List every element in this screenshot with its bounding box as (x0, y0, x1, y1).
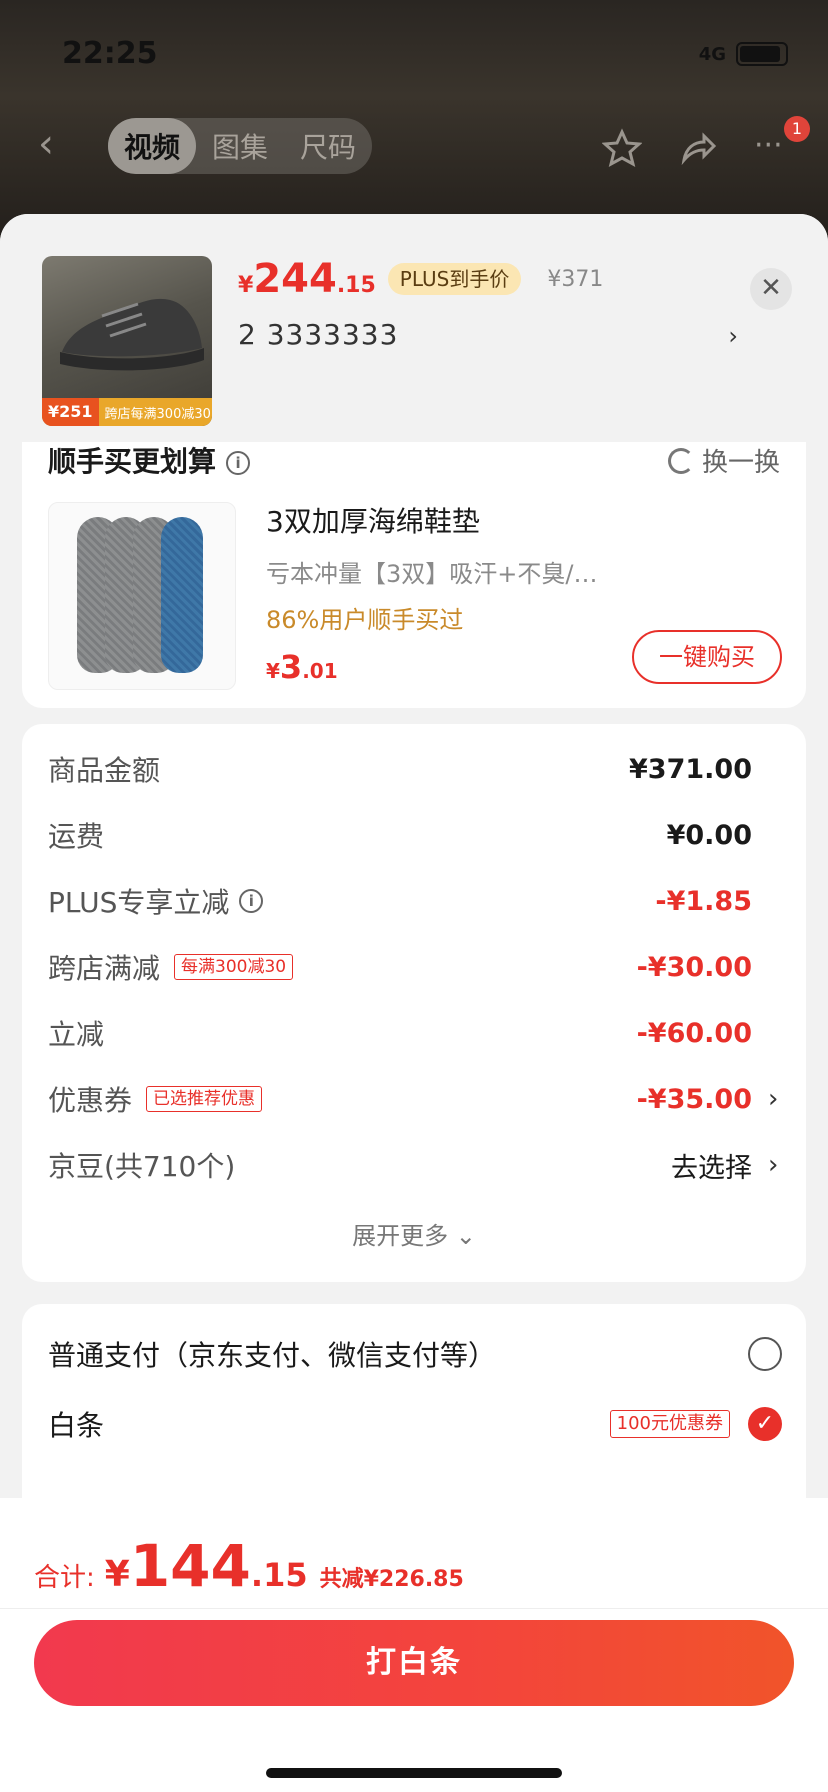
row-value: ¥371.00 (629, 753, 752, 785)
info-icon[interactable]: i (239, 889, 264, 913)
chevron-down-icon: ⌄ (455, 1222, 476, 1250)
row-goods-amount: 商品金额 ¥371.00 (48, 744, 782, 794)
total-saved: 共减¥226.85 (319, 1567, 464, 1592)
payment-option-label: 普通支付（京东支付、微信支付等） (48, 1339, 497, 1372)
addon-title-text: 顺手买更划算 (48, 445, 217, 478)
original-price: ¥371 (547, 267, 604, 292)
thumbnail-price: ¥251 (42, 398, 99, 426)
addon-price-integer: 3 (279, 648, 303, 686)
addon-card: 顺手买更划算 i 换一换 3双加厚海绵鞋垫 亏本冲量【3双】吸汗+不臭/… 86%… (22, 442, 806, 708)
chevron-right-icon: › (768, 1150, 779, 1180)
plus-price-tag: PLUS到手价 (387, 263, 522, 295)
addon-product-image[interactable] (48, 502, 236, 690)
background-product-page: 22:25 4G ‹ 视频 图集 尺码 ··· 1 (0, 0, 828, 240)
row-label: 优惠券 (48, 1084, 133, 1117)
row-label: 运费 (48, 820, 105, 853)
row-plus-discount: PLUS专享立减 i -¥1.85 (48, 876, 782, 926)
total-label: 合计: (34, 1563, 95, 1593)
total-integer: 144 (129, 1532, 251, 1600)
media-tabs: 视频 图集 尺码 (108, 118, 373, 174)
sku-selector[interactable]: 2 3333333 › (238, 318, 738, 358)
expand-label: 展开更多 (352, 1222, 449, 1250)
chevron-right-icon: › (728, 322, 738, 350)
sku-text: 2 3333333 (238, 318, 399, 351)
price-integer: 244 (253, 256, 337, 302)
addon-price-decimal: .01 (302, 659, 338, 683)
row-value: -¥35.00 (636, 1083, 752, 1115)
pay-baitiao-button[interactable]: 打白条 (34, 1620, 794, 1706)
info-icon[interactable]: i (226, 451, 251, 475)
product-header: ¥251 跨店每满300减30 ¥ 244 .15 PLUS到手价 ¥371 2… (0, 214, 828, 442)
tab-size[interactable]: 尺码 (284, 118, 372, 174)
row-label: 商品金额 (48, 754, 161, 787)
price-row: ¥ 244 .15 PLUS到手价 ¥371 (238, 256, 603, 306)
tab-gallery[interactable]: 图集 (196, 118, 284, 174)
discount-tag: 每满300减30 (174, 954, 294, 980)
back-icon[interactable]: ‹ (38, 124, 68, 166)
chevron-right-icon: › (768, 1084, 779, 1114)
row-jingdou[interactable]: 京豆(共710个) 去选择 › (48, 1140, 782, 1190)
addon-product-desc: 亏本冲量【3双】吸汗+不臭/… (266, 560, 598, 588)
refresh-button[interactable]: 换一换 (667, 442, 780, 479)
payment-option-baitiao[interactable]: 白条 100元优惠券 ✓ (48, 1396, 782, 1452)
total-decimal: .15 (250, 1556, 308, 1594)
price-breakdown-card: 商品金额 ¥371.00 运费 ¥0.00 PLUS专享立减 i -¥1.85 … (22, 724, 806, 1282)
row-label: 立减 (48, 1018, 105, 1051)
addon-price-symbol: ¥ (266, 659, 280, 683)
addon-price: ¥ 3 .01 (266, 648, 338, 686)
refresh-icon (667, 447, 694, 474)
close-button[interactable]: ✕ (750, 268, 792, 310)
share-icon[interactable] (678, 128, 718, 168)
row-value: -¥60.00 (636, 1017, 752, 1049)
radio-unchecked-icon[interactable] (748, 1337, 782, 1371)
row-cross-store-discount: 跨店满减 每满300减30 -¥30.00 (48, 942, 782, 992)
divider (0, 1608, 828, 1609)
row-value: 去选择 (671, 1152, 752, 1184)
addon-bought-percent: 86%用户顺手买过 (266, 606, 464, 634)
status-bar: 22:25 4G (0, 30, 828, 80)
thumbnail-promo-text: 跨店每满300减30 (104, 406, 211, 422)
top-nav-bar: ‹ 视频 图集 尺码 ··· 1 (0, 106, 828, 186)
radio-checked-icon[interactable]: ✓ (748, 1407, 782, 1441)
row-shipping: 运费 ¥0.00 (48, 810, 782, 860)
home-indicator[interactable] (266, 1768, 562, 1778)
coupon-tag: 已选推荐优惠 (146, 1086, 263, 1112)
checkout-footer: 合计: ¥ 144 .15 共减¥226.85 打白条 (0, 1498, 828, 1792)
status-time: 22:25 (62, 36, 158, 71)
total-symbol: ¥ (104, 1554, 130, 1595)
addon-product-name[interactable]: 3双加厚海绵鞋垫 (266, 500, 480, 540)
product-thumbnail: ¥251 跨店每满300减30 (42, 256, 212, 426)
notification-badge: 1 (784, 116, 810, 142)
row-instant-discount: 立减 -¥60.00 (48, 1008, 782, 1058)
row-value: -¥30.00 (636, 951, 752, 983)
price-decimal: .15 (336, 273, 376, 298)
sheet-scroll-area[interactable]: 顺手买更划算 i 换一换 3双加厚海绵鞋垫 亏本冲量【3双】吸汗+不臭/… 86%… (0, 442, 828, 1562)
payment-option-label: 白条 (48, 1409, 105, 1442)
network-label: 4G (698, 43, 726, 65)
refresh-label: 换一换 (701, 448, 780, 478)
row-value: ¥0.00 (666, 819, 752, 851)
price-symbol: ¥ (238, 273, 254, 298)
payment-option-normal[interactable]: 普通支付（京东支付、微信支付等） (48, 1326, 782, 1382)
coupon-tag: 100元优惠券 (609, 1410, 730, 1438)
total-row: 合计: ¥ 144 .15 共减¥226.85 (34, 1532, 464, 1602)
row-coupon[interactable]: 优惠券 已选推荐优惠 -¥35.00 › (48, 1074, 782, 1124)
addon-section-title: 顺手买更划算 i (48, 442, 251, 480)
tab-video[interactable]: 视频 (108, 118, 197, 174)
star-icon[interactable] (602, 128, 642, 168)
battery-icon (736, 42, 788, 66)
expand-more-button[interactable]: 展开更多 ⌄ (22, 1216, 806, 1251)
row-label: 跨店满减 (48, 952, 161, 985)
row-value: -¥1.85 (655, 885, 752, 917)
shoe-image (60, 298, 204, 371)
row-label: 京豆(共710个) (48, 1150, 236, 1183)
status-indicators: 4G (699, 42, 788, 66)
row-label: PLUS专享立减 (48, 886, 230, 919)
one-click-buy-button[interactable]: 一键购买 (632, 630, 782, 684)
thumbnail-promo-bar: ¥251 跨店每满300减30 (42, 398, 212, 426)
